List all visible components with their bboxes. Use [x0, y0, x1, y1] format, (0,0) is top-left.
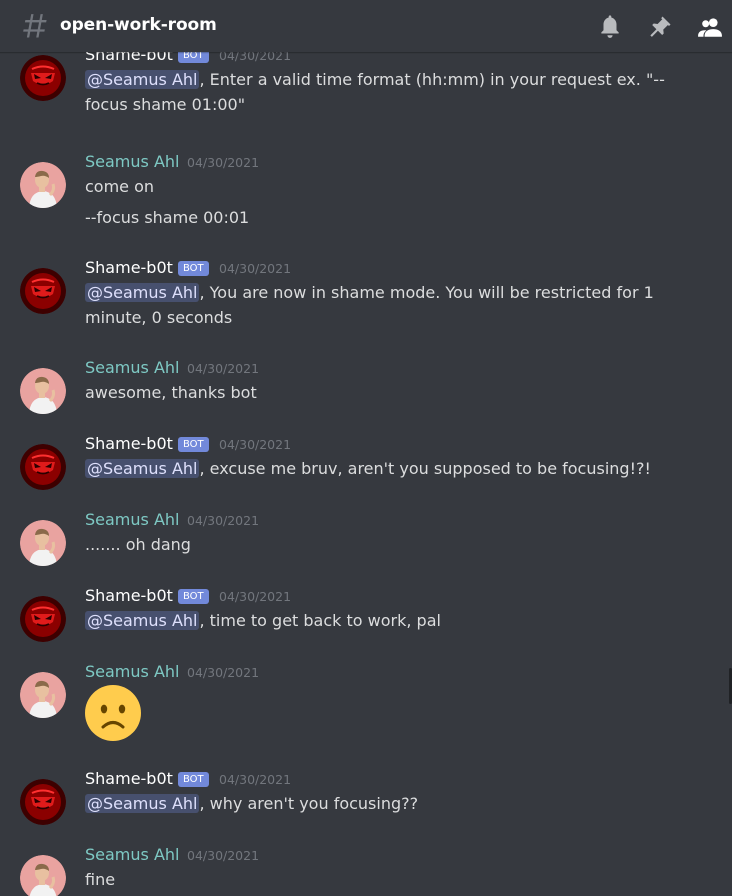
user-avatar[interactable] [20, 672, 66, 718]
message-text-line: --focus shame 00:01 [85, 205, 685, 230]
message-text: ....... oh dang [85, 535, 191, 554]
bot-avatar[interactable] [20, 268, 66, 314]
message-timestamp[interactable]: 04/30/2021 [187, 513, 259, 528]
message[interactable]: Seamus Ahl 04/30/2021 [0, 662, 732, 741]
author-name[interactable]: Seamus Ahl [85, 845, 179, 864]
message-timestamp[interactable]: 04/30/2021 [219, 261, 291, 276]
message-text-line: focus shame 01:00" [85, 92, 685, 117]
message-timestamp[interactable]: 04/30/2021 [219, 772, 291, 787]
user-mention[interactable]: @Seamus Ahl [85, 70, 200, 89]
author-name[interactable]: Shame-b0t [85, 769, 173, 788]
message-text-line: awesome, thanks bot [85, 380, 685, 405]
bot-avatar[interactable] [20, 596, 66, 642]
frowning-face-emoji [85, 685, 141, 741]
message-list[interactable]: Shame-b0t BOT 04/30/2021 @Seamus Ahl, Enter… [0, 52, 732, 896]
message[interactable]: Shame-b0t BOT 04/30/2021 @Seamus Ahl, excus… [0, 434, 732, 504]
author-name[interactable]: Seamus Ahl [85, 510, 179, 529]
chat-window: open-work-room Shame-b0t BOT 04/30/2021 @Se… [0, 0, 732, 896]
pin-icon[interactable] [647, 14, 673, 40]
message[interactable]: Shame-b0t BOT 04/30/2021 @Seamus Ahl, time … [0, 586, 732, 656]
bot-avatar[interactable] [20, 779, 66, 825]
message-text-line: @Seamus Ahl, Enter a valid time format (… [85, 67, 685, 92]
message-text: , time to get back to work, pal [199, 611, 441, 630]
message-timestamp[interactable]: 04/30/2021 [219, 589, 291, 604]
user-avatar[interactable] [20, 162, 66, 208]
message-text: minute, 0 seconds [85, 308, 233, 327]
bell-icon[interactable] [597, 14, 623, 40]
message-timestamp[interactable]: 04/30/2021 [219, 437, 291, 452]
message[interactable]: Seamus Ahl 04/30/2021 awesome, thanks bot [0, 358, 732, 428]
author-name[interactable]: Seamus Ahl [85, 152, 179, 171]
user-mention[interactable]: @Seamus Ahl [85, 611, 200, 630]
user-avatar[interactable] [20, 368, 66, 414]
channel-name: open-work-room [60, 15, 217, 35]
message[interactable]: Seamus Ahl 04/30/2021 fine [0, 845, 732, 896]
author-name[interactable]: Shame-b0t [85, 586, 173, 605]
message-text: fine [85, 870, 116, 889]
channel-header: open-work-room [0, 0, 732, 52]
message-text: come on [85, 177, 155, 196]
bot-badge: BOT [178, 437, 209, 452]
hash-icon [23, 14, 47, 38]
message-text: , excuse me bruv, aren't you supposed to… [199, 459, 651, 478]
message-text: awesome, thanks bot [85, 383, 257, 402]
user-mention[interactable]: @Seamus Ahl [85, 283, 200, 302]
user-avatar[interactable] [20, 855, 66, 896]
bot-badge: BOT [178, 589, 209, 604]
message-text: focus shame 01:00" [85, 95, 246, 114]
user-mention[interactable]: @Seamus Ahl [85, 459, 200, 478]
message-text: , why aren't you focusing?? [199, 794, 419, 813]
bot-avatar[interactable] [20, 444, 66, 490]
message[interactable]: Shame-b0t BOT 04/30/2021 @Seamus Ahl, Enter… [0, 52, 732, 115]
user-mention[interactable]: @Seamus Ahl [85, 794, 200, 813]
message-text-line: fine [85, 867, 685, 892]
message-timestamp[interactable]: 04/30/2021 [187, 665, 259, 680]
author-name[interactable]: Seamus Ahl [85, 662, 179, 681]
author-name[interactable]: Seamus Ahl [85, 358, 179, 377]
message-timestamp[interactable]: 04/30/2021 [187, 848, 259, 863]
bot-badge: BOT [178, 772, 209, 787]
message-text: --focus shame 00:01 [85, 208, 250, 227]
message-text-line: @Seamus Ahl, why aren't you focusing?? [85, 791, 685, 816]
message-timestamp[interactable]: 04/30/2021 [187, 361, 259, 376]
user-avatar[interactable] [20, 520, 66, 566]
message[interactable]: Shame-b0t BOT 04/30/2021 @Seamus Ahl, why a… [0, 769, 732, 839]
message-text-line: come on [85, 174, 685, 199]
message-text-line: @Seamus Ahl, excuse me bruv, aren't you … [85, 456, 685, 481]
message[interactable]: Seamus Ahl 04/30/2021 come on --focus shame… [0, 152, 732, 227]
message-text-line: @Seamus Ahl, You are now in shame mode. … [85, 280, 685, 305]
author-name[interactable]: Shame-b0t [85, 52, 173, 64]
message-timestamp[interactable]: 04/30/2021 [187, 155, 259, 170]
bot-badge: BOT [178, 261, 209, 276]
bot-badge: BOT [178, 52, 209, 63]
message-text: , You are now in shame mode. You will be… [199, 283, 654, 302]
author-name[interactable]: Shame-b0t [85, 258, 173, 277]
members-icon[interactable] [697, 14, 723, 40]
message-text-line: @Seamus Ahl, time to get back to work, p… [85, 608, 685, 633]
message[interactable]: Seamus Ahl 04/30/2021 ....... oh dang [0, 510, 732, 580]
message-text-line: ....... oh dang [85, 532, 685, 557]
author-name[interactable]: Shame-b0t [85, 434, 173, 453]
bot-avatar[interactable] [20, 55, 66, 101]
message-text-line: minute, 0 seconds [85, 305, 685, 330]
message-text: , Enter a valid time format (hh:mm) in y… [199, 70, 665, 89]
message-timestamp[interactable]: 04/30/2021 [219, 52, 291, 63]
message[interactable]: Shame-b0t BOT 04/30/2021 @Seamus Ahl, You a… [0, 258, 732, 328]
